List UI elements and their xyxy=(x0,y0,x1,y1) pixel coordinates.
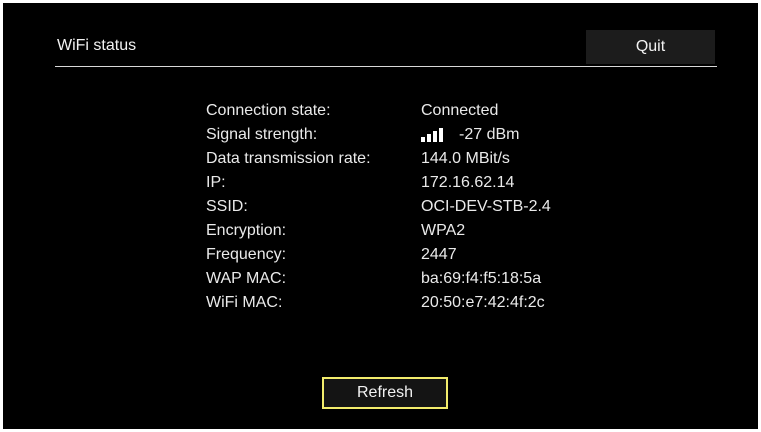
status-value: 2447 xyxy=(421,246,457,263)
status-label: WiFi MAC: xyxy=(206,294,283,311)
signal-strength-icon xyxy=(421,127,443,142)
status-table: Connection state: Connected Signal stren… xyxy=(206,99,551,315)
refresh-button[interactable]: Refresh xyxy=(322,377,448,409)
status-value-container: -27 dBm xyxy=(421,126,519,144)
status-value: OCI-DEV-STB-2.4 xyxy=(421,198,551,215)
status-value: 144.0 MBit/s xyxy=(421,150,510,167)
status-value: WPA2 xyxy=(421,222,466,239)
status-row-ssid: SSID: OCI-DEV-STB-2.4 xyxy=(206,195,551,219)
header-divider xyxy=(55,66,717,67)
status-label: Encryption: xyxy=(206,222,287,239)
status-label: IP: xyxy=(206,174,226,191)
status-label: SSID: xyxy=(206,198,248,215)
status-row-frequency: Frequency: 2447 xyxy=(206,243,551,267)
status-row-wifi-mac: WiFi MAC: 20:50:e7:42:4f:2c xyxy=(206,291,551,315)
page-title: WiFi status xyxy=(57,37,137,54)
status-label: Data transmission rate: xyxy=(206,150,371,167)
status-label: WAP MAC: xyxy=(206,270,287,287)
status-value: Connected xyxy=(421,102,499,119)
wifi-status-screen: WiFi status Quit Connection state: Conne… xyxy=(3,3,758,429)
status-value: ba:69:f4:f5:18:5a xyxy=(421,270,542,287)
status-row-wap-mac: WAP MAC: ba:69:f4:f5:18:5a xyxy=(206,267,551,291)
status-row-encryption: Encryption: WPA2 xyxy=(206,219,551,243)
status-value: 20:50:e7:42:4f:2c xyxy=(421,294,545,311)
status-label: Signal strength: xyxy=(206,126,318,143)
status-value: 172.16.62.14 xyxy=(421,174,515,191)
status-label: Frequency: xyxy=(206,246,287,263)
status-label: Connection state: xyxy=(206,102,331,119)
status-row-ip: IP: 172.16.62.14 xyxy=(206,171,551,195)
status-row-connection-state: Connection state: Connected xyxy=(206,99,551,123)
quit-button[interactable]: Quit xyxy=(586,30,715,64)
status-value: -27 dBm xyxy=(459,126,520,143)
status-row-signal-strength: Signal strength: -27 dBm xyxy=(206,123,551,147)
status-row-data-rate: Data transmission rate: 144.0 MBit/s xyxy=(206,147,551,171)
